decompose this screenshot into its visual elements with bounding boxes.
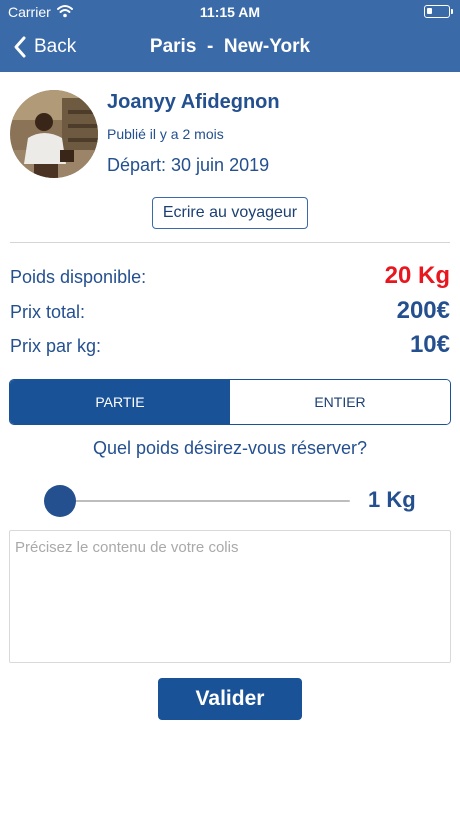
avatar <box>10 90 98 178</box>
total-price-value: 200€ <box>396 297 450 324</box>
price-per-kg-label: Prix par kg: <box>10 336 102 356</box>
weight-slider-thumb[interactable] <box>44 485 76 517</box>
available-weight-value: 20 Kg <box>384 262 450 289</box>
traveler-name: Joanyy Afidegnon <box>107 91 280 113</box>
submit-button[interactable]: Valider <box>158 678 302 720</box>
available-weight-label: Poids disponible: <box>10 267 147 287</box>
contact-traveler-button[interactable]: Ecrire au voyageur <box>152 197 308 229</box>
booking-mode-toggle: PARTIE ENTIER <box>9 379 451 425</box>
weight-slider-track[interactable] <box>60 500 350 502</box>
navigation-header: Carrier 11:15 AM Back Paris - New-York <box>0 0 460 72</box>
weight-slider-value: 1 Kg <box>368 487 416 512</box>
divider <box>10 242 450 243</box>
status-time: 11:15 AM <box>199 4 261 20</box>
segment-entier[interactable]: ENTIER <box>230 380 450 424</box>
parcel-description-input[interactable] <box>9 530 451 663</box>
page-title: Paris - New-York <box>149 36 311 57</box>
price-per-kg-value: 10€ <box>409 331 450 358</box>
weight-question: Quel poids désirez-vous réserver? <box>92 438 368 458</box>
status-bar: Carrier 11:15 AM <box>0 0 460 24</box>
published-date: Publié il y a 2 mois <box>107 126 224 142</box>
departure-date: Départ: 30 juin 2019 <box>107 155 270 175</box>
total-price-label: Prix total: <box>10 302 86 322</box>
segment-partie[interactable]: PARTIE <box>10 380 230 424</box>
battery-icon <box>424 5 453 18</box>
